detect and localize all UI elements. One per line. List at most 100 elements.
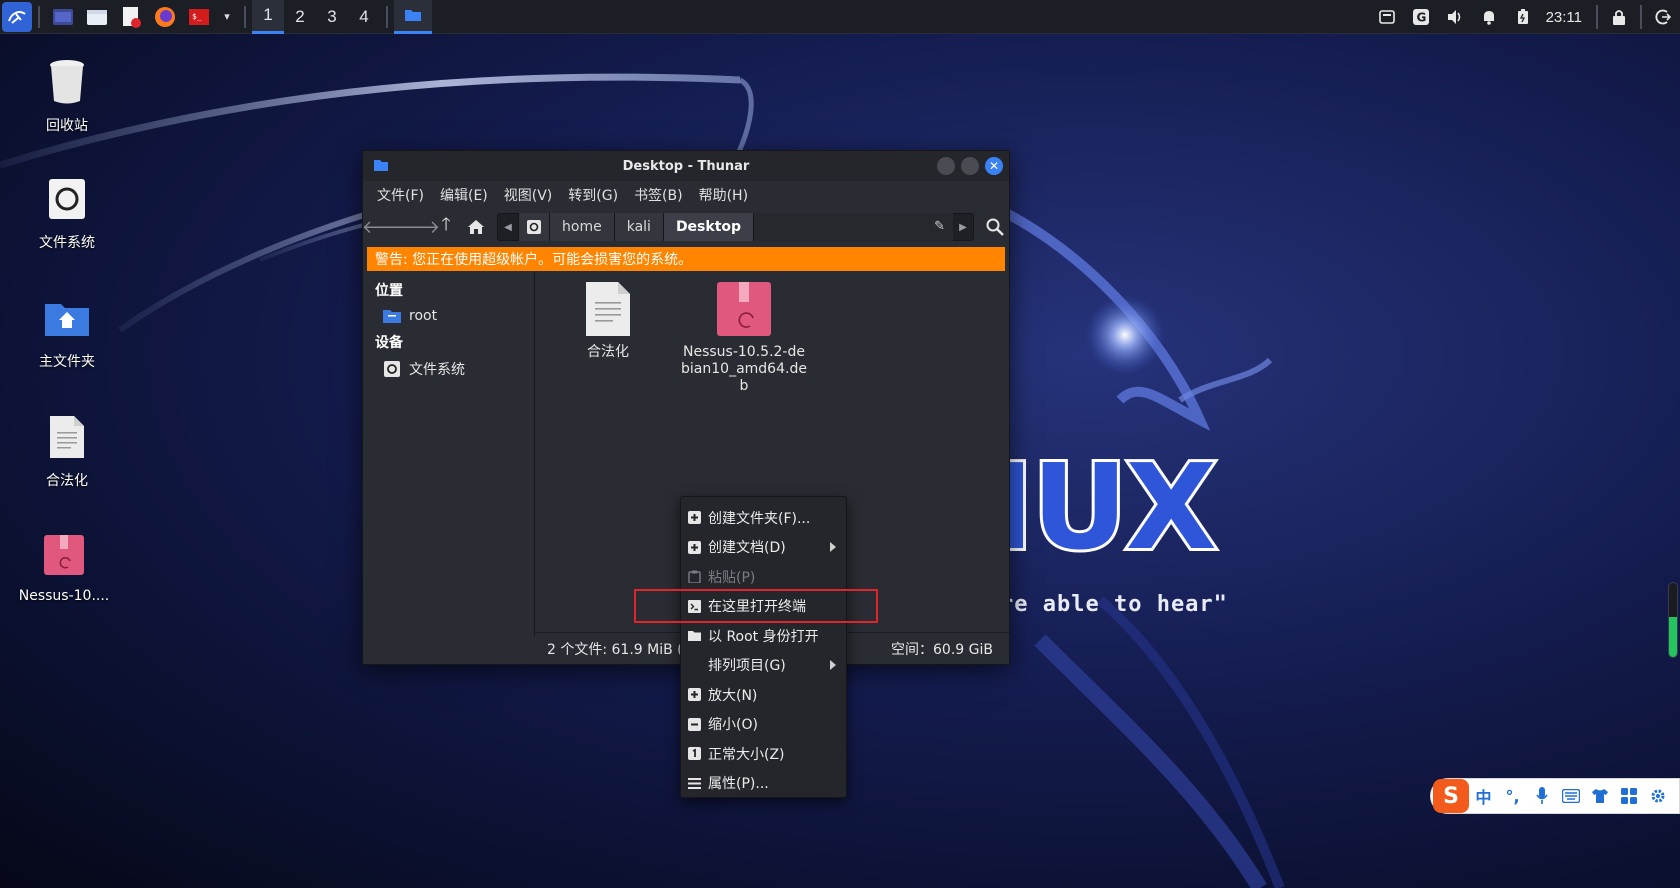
sidebar-item-root[interactable]: root xyxy=(363,304,534,328)
folder-icon xyxy=(405,10,421,21)
menu-bookmarks[interactable]: 书签(B) xyxy=(626,185,691,205)
menu-item-zoom-in[interactable]: 放大(N) xyxy=(681,680,846,710)
menu-item-label: 正常大小(Z) xyxy=(708,746,785,763)
location-pathbar: ◀ home kali Desktop ✎ ▶ xyxy=(497,213,975,241)
desktop-icon-label: 文件系统 xyxy=(39,235,95,251)
menu-item-create-folder[interactable]: 创建文件夹(F)... xyxy=(681,503,846,533)
logout-icon[interactable] xyxy=(1646,0,1680,34)
text-editor-icon[interactable] xyxy=(118,4,144,30)
menubar: 文件(F) 编辑(E) 视图(V) 转到(G) 书签(B) 帮助(H) xyxy=(363,181,1009,209)
menu-help[interactable]: 帮助(H) xyxy=(691,185,756,205)
sidebar-header-devices: 设备 xyxy=(375,335,403,351)
text-file-icon xyxy=(586,282,630,336)
sogou-logo-icon[interactable]: S xyxy=(1433,779,1469,813)
one-icon xyxy=(688,747,701,760)
window-title: Desktop - Thunar xyxy=(622,158,750,174)
plus-icon xyxy=(688,511,701,524)
settings-gear-icon[interactable] xyxy=(1643,788,1672,804)
clock[interactable]: 23:11 xyxy=(1546,9,1582,26)
desktop-icon-trash[interactable]: 回收站 xyxy=(12,57,122,135)
lock-icon[interactable] xyxy=(1602,0,1636,34)
path-scroll-right-icon[interactable]: ▶ xyxy=(953,213,973,241)
chevron-down-icon[interactable]: ▾ xyxy=(220,4,234,30)
path-crumb-kali[interactable]: kali xyxy=(613,213,663,241)
volume-icon[interactable] xyxy=(1438,0,1472,34)
close-button[interactable]: ✕ xyxy=(985,157,1003,175)
path-root-button[interactable] xyxy=(518,213,549,241)
parent-folder-button[interactable]: 🡑 xyxy=(431,212,461,242)
workspace-2[interactable]: 2 xyxy=(284,0,316,34)
deb-package-icon xyxy=(717,282,771,336)
desktop-icon-home[interactable]: 主文件夹 xyxy=(12,293,122,371)
menu-view[interactable]: 视图(V) xyxy=(496,185,561,205)
drive-icon xyxy=(527,220,541,234)
file-item[interactable]: 合法化 xyxy=(543,282,673,361)
panel-separator xyxy=(386,5,388,28)
menu-item-create-document[interactable]: 创建文档(D) xyxy=(681,533,846,563)
arrow-up-icon: 🡑 xyxy=(441,214,451,235)
microphone-icon[interactable] xyxy=(1527,787,1556,805)
home-button[interactable] xyxy=(461,212,491,242)
wallpaper-tagline: re able to hear" xyxy=(1000,592,1228,617)
path-entry[interactable]: ✎ xyxy=(753,213,954,241)
menu-go[interactable]: 转到(G) xyxy=(560,185,626,205)
submenu-arrow-icon xyxy=(830,541,836,552)
notification-icon[interactable] xyxy=(1472,0,1506,34)
path-crumb-desktop[interactable]: Desktop xyxy=(662,213,754,241)
workspace-1[interactable]: 1 xyxy=(252,0,284,34)
ime-toolbar: S 中 °, xyxy=(1430,778,1680,814)
panel-separator xyxy=(244,5,246,28)
menu-item-normal-size[interactable]: 正常大小(Z) xyxy=(681,739,846,769)
maximize-button[interactable] xyxy=(961,157,979,175)
status-selection: 2 个文件: 61.9 MiB ( xyxy=(547,641,683,658)
menu-file[interactable]: 文件(F) xyxy=(369,185,432,205)
kali-menu-icon[interactable] xyxy=(2,1,32,32)
forward-button[interactable]: 🡒 xyxy=(392,212,440,242)
workspace-3[interactable]: 3 xyxy=(316,0,348,34)
menu-item-zoom-out[interactable]: 缩小(O) xyxy=(681,710,846,740)
panel-separator xyxy=(38,5,40,28)
desktop-icon-deb[interactable]: Nessus-10.... xyxy=(9,530,119,604)
file-item[interactable]: Nessus-10.5.2-debian10_amd64.deb xyxy=(679,282,809,395)
ime-punct-toggle[interactable]: °, xyxy=(1498,787,1527,806)
menu-edit[interactable]: 编辑(E) xyxy=(432,185,496,205)
clipboard-icon xyxy=(688,570,701,583)
path-scroll-left-icon[interactable]: ◀ xyxy=(498,213,518,241)
file-name: Nessus-10.5.2-debian10_amd64.deb xyxy=(681,344,807,394)
window-titlebar[interactable]: Desktop - Thunar ✕ xyxy=(363,151,1009,181)
wallpaper-logo: IUX xyxy=(987,438,1220,576)
network-icon[interactable] xyxy=(1370,0,1404,34)
ime-mode-toggle[interactable]: 中 xyxy=(1469,784,1498,808)
menu-item-label: 放大(N) xyxy=(708,687,758,704)
sidebar-item-filesystem[interactable]: 文件系统 xyxy=(363,356,534,382)
skin-shirt-icon[interactable] xyxy=(1585,788,1614,804)
home-icon xyxy=(468,220,484,234)
battery-icon[interactable] xyxy=(1506,0,1540,34)
desktop-icon-label: 合法化 xyxy=(46,473,88,489)
desktop-icon-filesystem[interactable]: 文件系统 xyxy=(12,174,122,252)
search-button[interactable] xyxy=(982,214,1008,240)
menu-item-properties[interactable]: 属性(P)... xyxy=(681,769,846,799)
workspace-4[interactable]: 4 xyxy=(348,0,380,34)
highlight-annotation-box xyxy=(634,589,878,623)
trash-icon xyxy=(43,57,91,107)
minimize-button[interactable] xyxy=(937,157,955,175)
edit-pencil-icon[interactable]: ✎ xyxy=(934,219,945,234)
taskbar-thunar-window[interactable] xyxy=(394,0,432,34)
root-warning-banner: 警告: 您正在使用超级帐户。可能会损害您的系统。 xyxy=(367,247,1005,271)
keyboard-icon[interactable] xyxy=(1556,789,1585,803)
firefox-icon[interactable] xyxy=(152,4,178,30)
toolbox-grid-icon[interactable] xyxy=(1614,788,1643,804)
desktop-icon-label: 主文件夹 xyxy=(39,354,95,370)
g-icon[interactable]: G xyxy=(1404,0,1438,34)
terminal-root-icon[interactable]: $_ xyxy=(186,4,212,30)
file-manager-icon[interactable] xyxy=(84,4,110,30)
svg-text:G: G xyxy=(1416,11,1426,25)
desktop-icon-label: 回收站 xyxy=(46,118,88,134)
path-crumb-home[interactable]: home xyxy=(549,213,614,241)
sidebar-item-label: root xyxy=(409,308,438,324)
menu-item-open-as-root[interactable]: 以 Root 身份打开 xyxy=(681,621,846,651)
desktop-icon-text-file[interactable]: 合法化 xyxy=(12,412,122,490)
menu-item-arrange-items[interactable]: 排列项目(G) xyxy=(681,651,846,681)
terminal-launcher-icon[interactable] xyxy=(50,4,76,30)
